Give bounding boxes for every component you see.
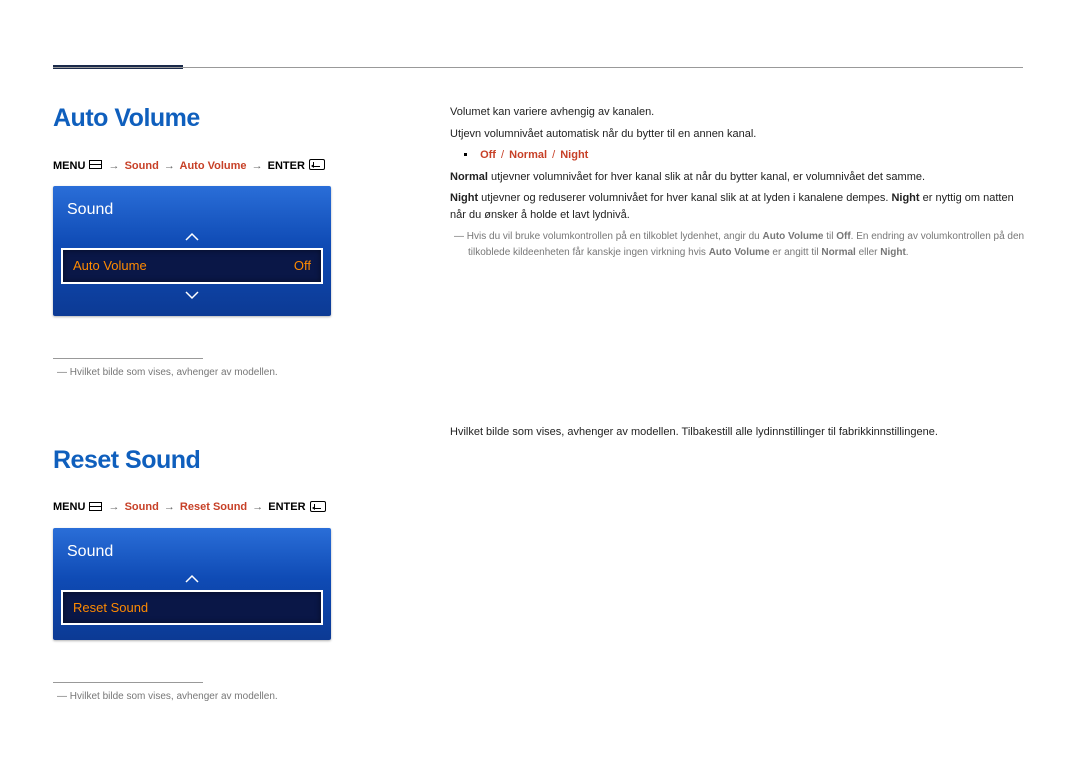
arrow-icon: →: [162, 501, 177, 513]
option-off: Off: [480, 149, 496, 161]
menu-icon: [89, 160, 102, 169]
section-title-reset-sound: Reset Sound: [53, 442, 388, 480]
footnote-rule: [53, 682, 203, 683]
breadcrumb-reset-sound-item: Reset Sound: [180, 501, 247, 513]
breadcrumb-menu: MENU: [53, 501, 85, 513]
option-night: Night: [560, 149, 588, 161]
slash: /: [499, 149, 506, 161]
breadcrumb-enter: ENTER: [268, 501, 305, 513]
note-volume-control: ― Hvis du vil bruke volumkontrollen på e…: [450, 229, 1030, 261]
option-normal: Normal: [509, 149, 547, 161]
term-night: Night: [450, 192, 478, 204]
tv-menu-panel-reset-sound: Sound Reset Sound: [53, 528, 331, 641]
breadcrumb-menu: MENU: [53, 160, 85, 172]
slash: /: [550, 149, 557, 161]
desc-line-1: Volumet kan variere avhengig av kanalen.: [450, 104, 1030, 121]
panel-title: Sound: [53, 196, 331, 228]
arrow-icon: →: [250, 501, 265, 513]
reset-sound-description: Hvilket bilde som vises, avhenger av mod…: [450, 424, 1030, 441]
left-column: Auto Volume MENU → Sound → Auto Volume →…: [53, 100, 388, 704]
chevron-up-icon[interactable]: [53, 228, 331, 245]
arrow-icon: →: [162, 160, 177, 172]
menu-row-reset-sound[interactable]: Reset Sound: [61, 590, 323, 626]
header-rule: [53, 67, 1023, 68]
arrow-icon: →: [250, 160, 265, 172]
menu-row-label: Reset Sound: [73, 598, 148, 618]
normal-description: Normal utjevner volumnivået for hver kan…: [450, 169, 1030, 186]
breadcrumb-sound: Sound: [125, 160, 159, 172]
footnote-auto-volume: ― Hvilket bilde som vises, avhenger av m…: [53, 365, 388, 380]
menu-row-label: Auto Volume: [73, 256, 147, 276]
breadcrumb-sound: Sound: [125, 501, 159, 513]
breadcrumb-reset-sound: MENU → Sound → Reset Sound → ENTER: [53, 499, 388, 516]
breadcrumb-enter: ENTER: [268, 160, 305, 172]
breadcrumb-auto-volume-item: Auto Volume: [180, 160, 247, 172]
menu-row-value: Off: [294, 256, 311, 276]
menu-icon: [89, 502, 102, 511]
breadcrumb-auto-volume: MENU → Sound → Auto Volume → ENTER: [53, 158, 388, 175]
options-list: Off / Normal / Night: [464, 147, 1030, 164]
panel-title: Sound: [53, 538, 331, 570]
enter-icon: [310, 501, 326, 512]
arrow-icon: →: [107, 501, 122, 513]
enter-icon: [309, 159, 325, 170]
night-description: Night utjevner og reduserer volumnivået …: [450, 190, 1030, 223]
bullet-icon: [464, 153, 467, 156]
term-night-2: Night: [891, 192, 919, 204]
chevron-down-icon[interactable]: [53, 287, 331, 304]
footnote-rule: [53, 358, 203, 359]
footnote-reset-sound: ― Hvilket bilde som vises, avhenger av m…: [53, 689, 388, 704]
desc-line-2: Utjevn volumnivået automatisk når du byt…: [450, 126, 1030, 143]
chevron-up-icon[interactable]: [53, 570, 331, 587]
arrow-icon: →: [107, 160, 122, 172]
tv-menu-panel-auto-volume: Sound Auto Volume Off: [53, 186, 331, 316]
right-column: Volumet kan variere avhengig av kanalen.…: [450, 104, 1030, 261]
menu-row-auto-volume[interactable]: Auto Volume Off: [61, 248, 323, 284]
section-title-auto-volume: Auto Volume: [53, 100, 388, 138]
term-normal: Normal: [450, 171, 488, 183]
